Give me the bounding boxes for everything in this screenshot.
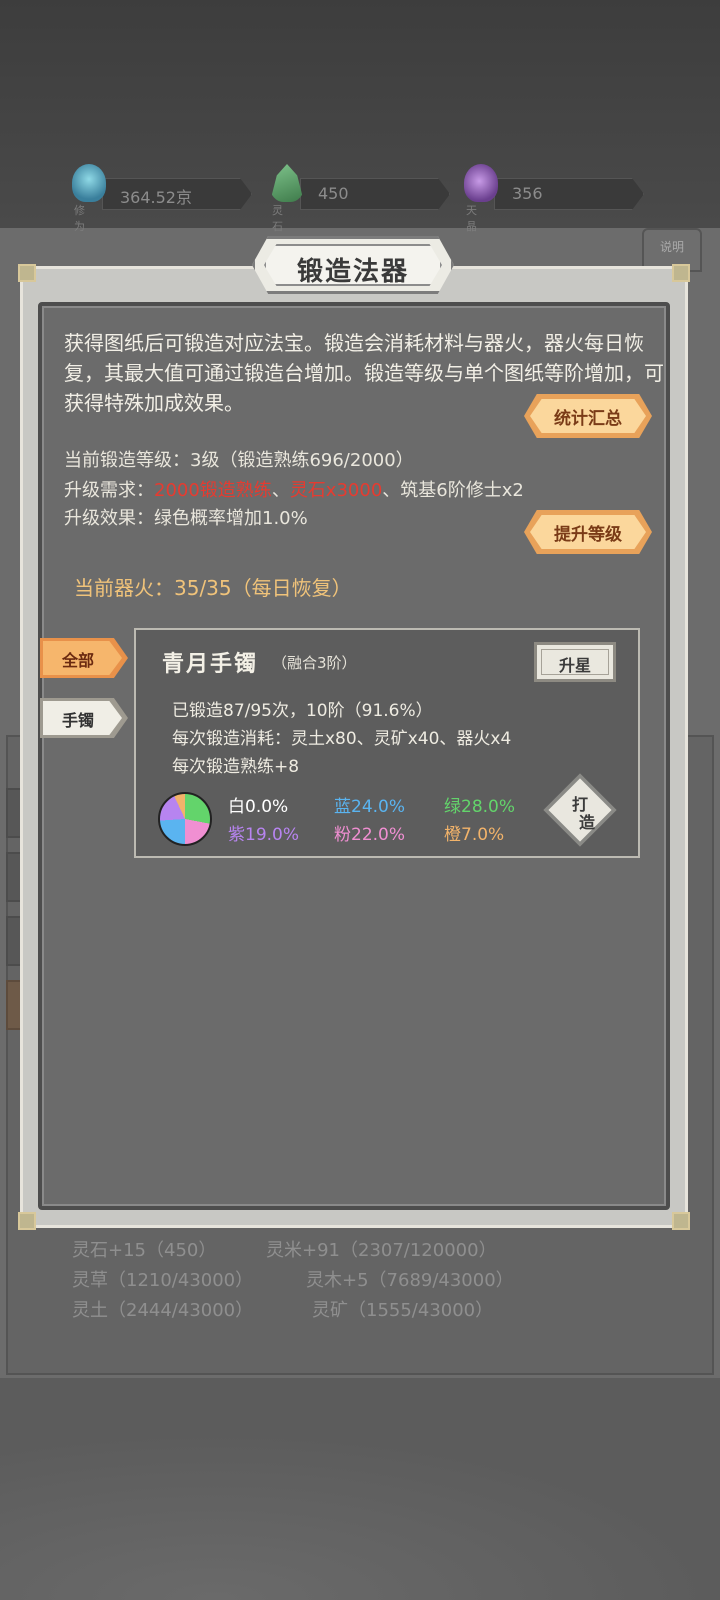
forge-button[interactable]: 打造 xyxy=(543,773,617,847)
tab-bracelet[interactable]: 手镯 xyxy=(40,698,128,738)
cultivation-flame-icon xyxy=(72,164,106,202)
bg-resource-item: 灵草（1210/43000） xyxy=(72,1270,254,1291)
upgrade-effect-line: 升级效果：绿色概率增加1.0% xyxy=(64,508,308,529)
stats-summary-button[interactable]: 统计汇总 xyxy=(524,394,652,438)
requirement-unmet-skill: 2000锻造熟练 xyxy=(154,480,272,501)
frame-corner xyxy=(672,264,690,282)
landscape-decoration xyxy=(0,1430,720,1600)
star-up-button[interactable]: 升星 xyxy=(534,642,616,682)
rate-green: 绿28.0% xyxy=(444,797,516,817)
sky-crystal-icon xyxy=(464,164,498,202)
quality-rate-pie xyxy=(158,792,212,846)
forged-count-line: 已锻造87/95次，10阶（91.6%） xyxy=(172,701,433,721)
item-name: 青月手镯 xyxy=(162,651,259,677)
rate-orange: 橙7.0% xyxy=(444,825,505,845)
forge-label: 打造 xyxy=(571,795,595,832)
frame-corner xyxy=(18,1212,36,1230)
frame-corner xyxy=(18,264,36,282)
stats-summary-label: 统计汇总 xyxy=(554,409,622,429)
dialog-title: 锻造法器 xyxy=(296,257,409,287)
upgrade-level-button[interactable]: 提升等级 xyxy=(524,510,652,554)
bg-resource-item: 灵木+5（7689/43000） xyxy=(306,1270,514,1291)
tab-all[interactable]: 全部 xyxy=(40,638,128,678)
rate-pink: 粉22.0% xyxy=(334,825,406,845)
rate-blue: 蓝24.0% xyxy=(334,797,406,817)
upgrade-level-label: 提升等级 xyxy=(554,525,622,545)
requirement-unmet-stone: 灵石x3000 xyxy=(289,480,383,501)
resource-value: 450 xyxy=(318,184,349,203)
item-fusion-level: （融合3阶） xyxy=(272,654,357,672)
tab-bracelet-label: 手镯 xyxy=(61,711,94,730)
resource-label: 修为 xyxy=(74,204,85,233)
resource-label: 灵石 xyxy=(272,204,283,233)
bg-resource-item: 灵石+15（450） xyxy=(72,1240,217,1261)
star-up-label: 升星 xyxy=(558,656,591,675)
rate-purple: 紫19.0% xyxy=(228,825,300,845)
resource-value: 364.52京 xyxy=(120,188,192,207)
bg-resource-item: 灵米+91（2307/120000） xyxy=(266,1240,497,1261)
frame-corner xyxy=(672,1212,690,1230)
forge-level-line: 当前锻造等级：3级（锻造熟练696/2000） xyxy=(64,450,414,471)
bg-resource-item: 灵土（2444/43000） xyxy=(72,1300,254,1321)
rate-white: 白0.0% xyxy=(228,797,289,817)
tab-all-label: 全部 xyxy=(61,651,94,670)
bg-resource-item: 灵矿（1555/43000） xyxy=(312,1300,494,1321)
upgrade-requirement-line: 升级需求：2000锻造熟练、灵石x3000、筑基6阶修士x2 xyxy=(64,480,524,501)
resource-value: 356 xyxy=(512,184,543,203)
current-fire-line: 当前器火：35/35（每日恢复） xyxy=(74,576,352,600)
forge-cost-line: 每次锻造消耗：灵土x80、灵矿x40、器火x4 xyxy=(172,729,512,749)
forge-skill-line: 每次锻造熟练+8 xyxy=(172,757,300,777)
resource-label: 天晶 xyxy=(466,204,477,233)
